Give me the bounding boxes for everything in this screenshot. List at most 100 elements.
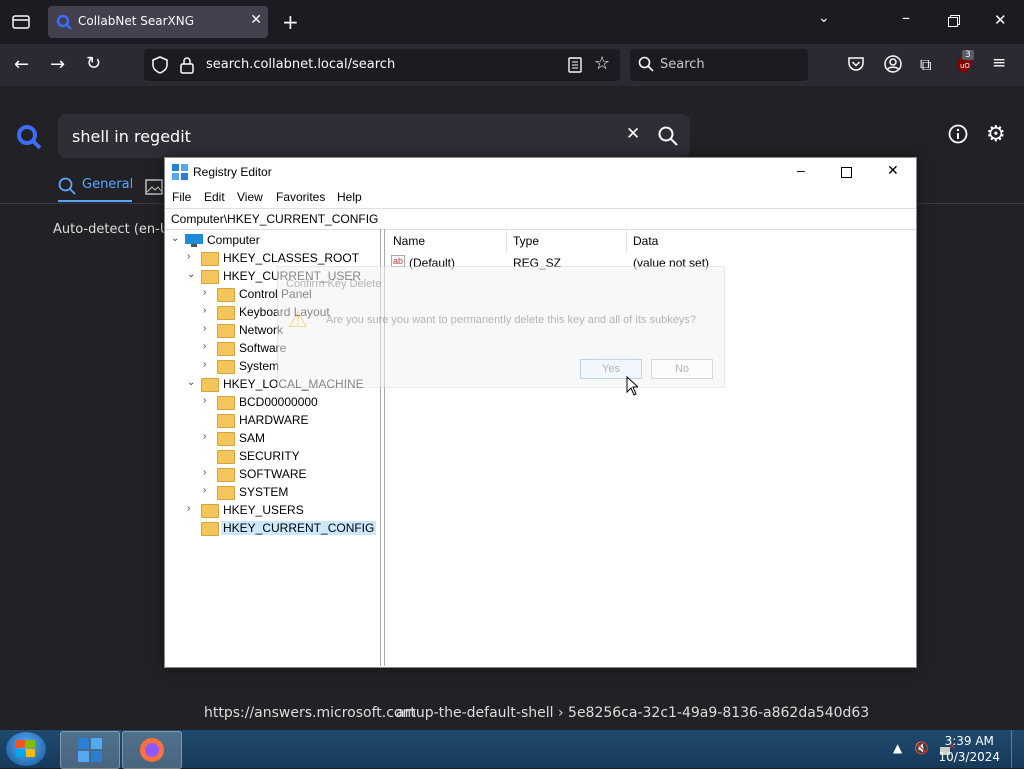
tab-general[interactable]: General [82, 177, 133, 192]
regedit-minimize-icon[interactable]: – [797, 162, 805, 178]
minimize-icon[interactable]: – [902, 8, 910, 27]
column-separator[interactable] [626, 229, 627, 253]
tree-label[interactable]: BCD00000000 [239, 395, 318, 409]
url-bar[interactable]: search.collabnet.local/search ☆ [144, 49, 620, 81]
expand-arrow-icon[interactable]: › [187, 503, 197, 514]
tree-label[interactable]: HKEY_CLASSES_ROOT [223, 251, 359, 265]
svg-text:uO: uO [960, 62, 970, 70]
menu-view[interactable]: View [237, 190, 263, 204]
clock-time: 3:39 AM [944, 734, 994, 748]
forward-icon[interactable]: → [50, 54, 65, 75]
collapse-arrow-icon[interactable]: ⌄ [187, 269, 197, 280]
expand-arrow-icon[interactable]: › [203, 395, 213, 406]
registry-editor-titlebar[interactable]: Registry Editor – ✕ [165, 158, 916, 186]
url-text[interactable]: search.collabnet.local/search [206, 57, 395, 72]
tree-label[interactable]: System [239, 359, 279, 373]
expand-arrow-icon[interactable]: › [203, 305, 213, 316]
menu-file[interactable]: File [172, 190, 191, 204]
folder-icon [217, 288, 235, 302]
settings-gear-icon[interactable]: ⚙ [986, 122, 1006, 147]
menu-help[interactable]: Help [337, 190, 362, 204]
address-path[interactable]: Computer\HKEY_CURRENT_CONFIG [171, 212, 378, 226]
folder-icon [217, 414, 235, 428]
regedit-close-icon[interactable]: ✕ [887, 162, 899, 179]
column-data-header[interactable]: Data [633, 234, 658, 248]
tree-label[interactable]: SECURITY [239, 449, 300, 463]
bookmark-star-icon[interactable]: ☆ [594, 53, 610, 74]
folder-icon [201, 504, 219, 518]
reload-icon[interactable]: ↻ [86, 53, 101, 74]
tree-label[interactable]: HKEY_CURRENT_CONFIG [221, 521, 377, 535]
tree-label[interactable]: HKEY_USERS [223, 503, 304, 517]
query-input[interactable]: shell in regedit ✕ [58, 114, 690, 158]
taskbar-firefox[interactable] [122, 731, 182, 769]
images-category-icon[interactable] [145, 179, 163, 199]
column-type-header[interactable]: Type [513, 234, 539, 248]
search-submit-icon[interactable] [658, 126, 678, 150]
collapse-arrow-icon[interactable]: ⌄ [171, 233, 181, 244]
tree-label[interactable]: Computer [207, 233, 260, 247]
expand-arrow-icon[interactable]: › [203, 341, 213, 352]
expand-arrow-icon[interactable]: › [203, 323, 213, 334]
tree-label[interactable]: SAM [239, 431, 265, 445]
back-icon[interactable]: ← [14, 54, 29, 75]
new-tab-icon[interactable]: + [282, 10, 299, 34]
list-all-tabs-icon[interactable] [12, 13, 30, 33]
regedit-maximize-icon[interactable] [841, 165, 852, 181]
system-clock[interactable]: 3:39 AM 10/3/2024 [938, 733, 1000, 765]
close-window-icon[interactable]: ✕ [994, 11, 1007, 29]
shield-icon[interactable] [152, 56, 168, 78]
clear-query-icon[interactable]: ✕ [626, 124, 640, 144]
expand-arrow-icon[interactable]: › [203, 467, 213, 478]
result-url-domain[interactable]: https://answers.microsoft.com [204, 705, 416, 721]
volume-muted-icon[interactable]: 🔇 [914, 741, 929, 755]
expand-arrow-icon[interactable]: › [203, 485, 213, 496]
tab-title: CollabNet SearXNG [78, 14, 195, 28]
menu-edit[interactable]: Edit [204, 190, 225, 204]
expand-arrow-icon[interactable]: › [187, 251, 197, 262]
extensions-icon[interactable]: ⧉ [920, 55, 931, 75]
expand-arrow-icon[interactable]: › [203, 287, 213, 298]
column-name-header[interactable]: Name [393, 234, 425, 248]
restore-icon[interactable] [948, 12, 960, 31]
folder-icon [217, 432, 235, 446]
chevron-down-icon[interactable]: ⌄ [818, 10, 830, 26]
start-button[interactable] [6, 732, 46, 766]
close-tab-icon[interactable]: ✕ [250, 12, 262, 28]
search-icon [638, 56, 654, 76]
account-icon[interactable] [884, 55, 902, 77]
reader-view-icon[interactable] [568, 57, 582, 77]
menu-favorites[interactable]: Favorites [276, 190, 325, 204]
browser-tab[interactable]: CollabNet SearXNG ✕ [48, 6, 268, 38]
query-text[interactable]: shell in regedit [72, 127, 191, 146]
result-url[interactable]: https://answers.microsoft.com artup-the-… [204, 705, 869, 721]
info-icon[interactable] [948, 124, 968, 148]
tree-label[interactable]: HARDWARE [239, 413, 309, 427]
expand-arrow-icon[interactable]: › [203, 431, 213, 442]
column-separator[interactable] [506, 229, 507, 253]
result-url-path[interactable]: artup-the-default-shell › 5e8256ca-32c1-… [396, 705, 869, 721]
taskbar-regedit[interactable] [60, 731, 120, 769]
show-hidden-icons-icon[interactable]: ▲ [893, 741, 902, 755]
expand-arrow-icon[interactable]: › [203, 359, 213, 370]
pocket-icon[interactable] [848, 56, 864, 76]
folder-icon [201, 270, 219, 284]
no-button[interactable]: No [651, 359, 713, 379]
confirm-key-delete-dialog: Confirm Key Delete ⚠ Are you sure you wa… [277, 266, 725, 388]
folder-icon [217, 360, 235, 374]
address-bar[interactable]: Computer\HKEY_CURRENT_CONFIG [165, 208, 916, 230]
folder-icon [217, 306, 235, 320]
folder-icon [217, 486, 235, 500]
searxng-logo-icon[interactable] [16, 124, 42, 154]
tree-label[interactable]: SOFTWARE [239, 467, 307, 481]
show-desktop-button[interactable] [1011, 730, 1024, 768]
registry-editor-window: Registry Editor – ✕ File Edit View Favor… [164, 157, 917, 668]
tab-strip: CollabNet SearXNG ✕ + ⌄ – ✕ [0, 0, 1024, 44]
hamburger-menu-icon[interactable]: ≡ [992, 53, 1006, 73]
language-autodetect[interactable]: Auto-detect (en-US [53, 222, 178, 237]
collapse-arrow-icon[interactable]: ⌄ [187, 377, 197, 388]
tree-label[interactable]: SYSTEM [239, 485, 288, 499]
taskbar: ▲ 🔇 ✕ 3:39 AM 10/3/2024 [0, 730, 1024, 769]
web-search-box[interactable]: Search [630, 49, 808, 81]
lock-icon[interactable] [180, 56, 194, 78]
